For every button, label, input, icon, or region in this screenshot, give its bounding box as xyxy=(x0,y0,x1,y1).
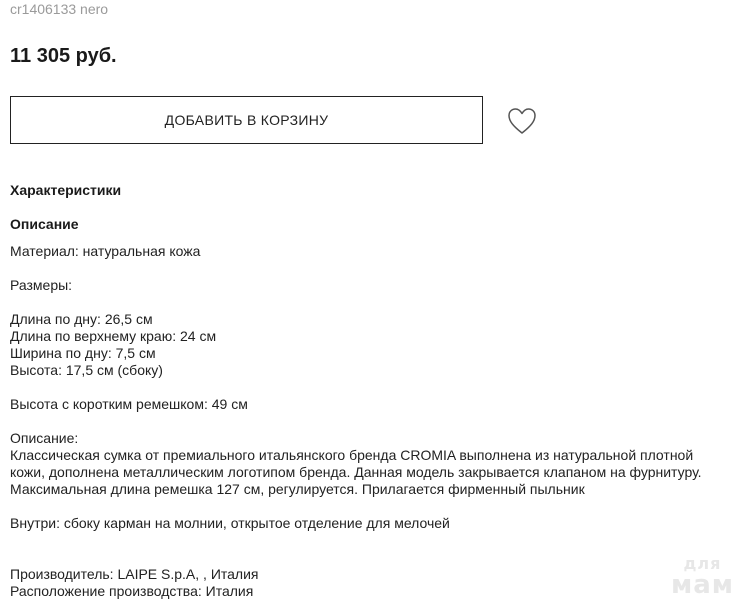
add-to-cart-button[interactable]: ДОБАВИТЬ В КОРЗИНУ xyxy=(10,96,483,144)
description-line-1: Классическая сумка от премиального италь… xyxy=(10,447,694,463)
price: 11 305 руб. xyxy=(10,45,117,67)
manufacturer-text: Производитель: LAIPE S.p.A, , Италия xyxy=(10,566,259,582)
size-width-bottom: Ширина по дну: 7,5 см xyxy=(10,345,156,361)
description-heading: Описание xyxy=(10,216,79,232)
description-line-2: кожи, дополнена металлическим логотипом … xyxy=(10,464,702,480)
description-label: Описание: xyxy=(10,430,79,446)
heart-outline-icon[interactable] xyxy=(507,107,537,135)
watermark-line-2: мам xyxy=(670,570,734,600)
size-length-bottom: Длина по дну: 26,5 см xyxy=(10,311,153,327)
add-to-cart-label: ДОБАВИТЬ В КОРЗИНУ xyxy=(164,112,329,128)
watermark-logo: для мам xyxy=(670,556,734,600)
size-length-top: Длина по верхнему краю: 24 см xyxy=(10,328,217,344)
production-location-text: Расположение производства: Италия xyxy=(10,583,254,599)
inside-text: Внутри: сбоку карман на молнии, открытое… xyxy=(10,515,450,531)
sizes-label: Размеры: xyxy=(10,277,73,293)
size-height: Высота: 17,5 см (сбоку) xyxy=(10,362,163,378)
sku-label: cr1406133 nero xyxy=(10,1,109,17)
material-text: Материал: натуральная кожа xyxy=(10,243,201,259)
description-line-3: Максимальная длина ремешка 127 см, регул… xyxy=(10,481,585,497)
strap-height-text: Высота с коротким ремешком: 49 см xyxy=(10,396,248,412)
characteristics-heading: Характеристики xyxy=(10,182,122,198)
